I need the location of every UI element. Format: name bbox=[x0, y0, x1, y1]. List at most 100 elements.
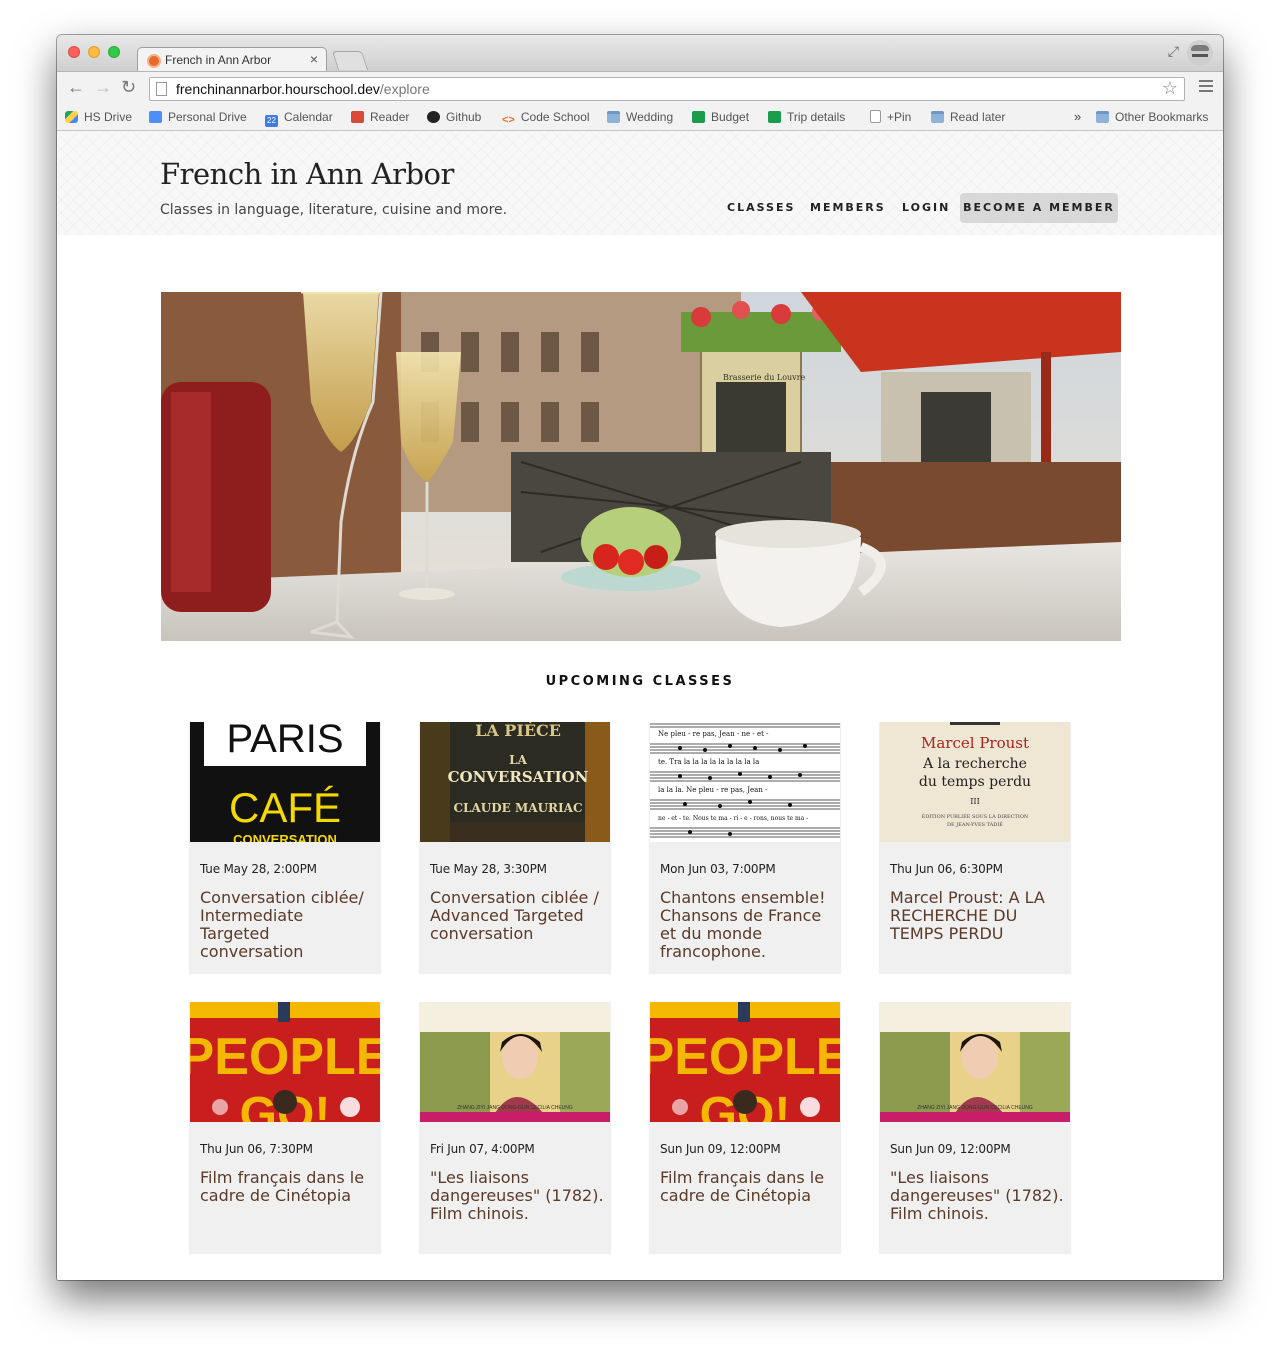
browser-tab-active[interactable]: French in Ann Arbor × bbox=[137, 47, 327, 73]
class-title-link[interactable]: Marcel Proust: A LA RECHERCHE DU TEMPS P… bbox=[890, 889, 1066, 943]
bookmark-star-icon[interactable]: ☆ bbox=[1162, 78, 1178, 99]
bookmark-calendar[interactable]: 22 Calendar bbox=[265, 110, 333, 127]
folder-icon bbox=[1096, 111, 1109, 123]
url-path: /explore bbox=[379, 81, 430, 97]
bookmark-label: +Pin bbox=[887, 110, 912, 124]
book-conversation-image: LA PIÈCE LA CONVERSATION CLAUDE MAURIAC bbox=[420, 722, 610, 842]
class-thumbnail-poster[interactable]: PEOPLE GO! bbox=[190, 1002, 380, 1122]
window-minimize-button[interactable] bbox=[88, 46, 100, 58]
hero-cafe-scene: Brasserie du Louvre bbox=[161, 292, 1121, 641]
bookmark-other-bookmarks[interactable]: Other Bookmarks bbox=[1096, 110, 1208, 124]
class-thumbnail-film[interactable]: ZHANG ZIYI JANG DONG-GUN CECILIA CHEUNG bbox=[420, 1002, 610, 1122]
class-card[interactable]: ZHANG ZIYI JANG DONG-GUN CECILIA CHEUNG … bbox=[419, 1002, 611, 1253]
bookmarks-overflow-chevron-icon[interactable]: » bbox=[1074, 109, 1081, 124]
class-card[interactable]: PEOPLE GO! Sun Jun 09, 12:00PM Film fran… bbox=[649, 1002, 841, 1253]
class-thumbnail-paris-cafe[interactable]: PARIS CAFÉ CONVERSATION bbox=[190, 722, 380, 842]
site-tagline: Classes in language, literature, cuisine… bbox=[160, 202, 508, 218]
film-still-image: ZHANG ZIYI JANG DONG-GUN CECILIA CHEUNG bbox=[420, 1002, 610, 1122]
bookmark-read-later[interactable]: Read later bbox=[931, 110, 1005, 124]
bookmark-code-school[interactable]: <> Code School bbox=[502, 110, 590, 126]
bookmark-trip-details[interactable]: Trip details bbox=[768, 110, 845, 124]
hero-image: Brasserie du Louvre bbox=[161, 292, 1121, 641]
class-title-link[interactable]: Film français dans le cadre de Cinétopia bbox=[200, 1169, 376, 1205]
reload-icon[interactable]: ↻ bbox=[121, 77, 136, 98]
bookmark-label: Trip details bbox=[787, 110, 846, 124]
page-viewport: French in Ann Arbor Classes in language,… bbox=[57, 131, 1223, 1280]
drive-icon bbox=[65, 111, 78, 123]
fullscreen-icon[interactable]: ⤢ bbox=[1168, 43, 1179, 60]
bookmark-label: Personal Drive bbox=[168, 110, 247, 124]
browser-menu-icon[interactable] bbox=[1199, 80, 1213, 95]
page-icon bbox=[870, 110, 881, 123]
book-la-text: LA bbox=[509, 753, 527, 767]
bookmark-reader[interactable]: Reader bbox=[351, 110, 409, 124]
film-credits-text: ZHANG ZIYI JANG DONG-GUN CECILIA CHEUNG bbox=[457, 1105, 573, 1111]
nav-label: BECOME A MEMBER bbox=[963, 201, 1115, 214]
new-tab-button[interactable] bbox=[331, 51, 369, 70]
class-card[interactable]: PARIS CAFÉ CONVERSATION Tue May 28, 2:00… bbox=[189, 722, 381, 973]
class-title-link[interactable]: Chantons ensemble! Chansons de France et… bbox=[660, 889, 836, 961]
bookmark-wedding[interactable]: Wedding bbox=[607, 110, 673, 124]
class-date: Tue May 28, 2:00PM bbox=[200, 862, 317, 876]
class-card[interactable]: PEOPLE GO! Thu Jun 06, 7:30PM Film franç… bbox=[189, 1002, 381, 1253]
upcoming-classes-heading: UPCOMING CLASSES bbox=[545, 674, 735, 689]
url-text[interactable]: frenchinannarbor.hourschool.dev/explore bbox=[176, 81, 430, 97]
class-thumbnail-sheet-music[interactable]: Ne pleu - re pas, Jean - ne - et - te. T… bbox=[650, 722, 840, 842]
bookmark-label: Calendar bbox=[284, 110, 333, 124]
class-date: Thu Jun 06, 6:30PM bbox=[890, 862, 1003, 876]
incognito-icon bbox=[1187, 40, 1213, 66]
proust-title-line-2: du temps perdu bbox=[919, 774, 1031, 790]
become-member-button[interactable]: BECOME A MEMBER bbox=[960, 193, 1118, 223]
poster-word-text: PEOPLE bbox=[190, 1028, 380, 1086]
class-thumbnail-book[interactable]: LA PIÈCE LA CONVERSATION CLAUDE MAURIAC bbox=[420, 722, 610, 842]
window-close-button[interactable] bbox=[68, 46, 80, 58]
window-zoom-button[interactable] bbox=[108, 46, 120, 58]
class-card[interactable]: LA PIÈCE LA CONVERSATION CLAUDE MAURIAC … bbox=[419, 722, 611, 973]
class-card[interactable]: Ne pleu - re pas, Jean - ne - et - te. T… bbox=[649, 722, 841, 973]
class-title-link[interactable]: Film français dans le cadre de Cinétopia bbox=[660, 1169, 836, 1205]
class-date: Thu Jun 06, 7:30PM bbox=[200, 1142, 313, 1156]
url-host: frenchinannarbor.hourschool.dev bbox=[176, 81, 380, 97]
proust-title-line-1: A la recherche bbox=[922, 756, 1027, 772]
bookmark-budget[interactable]: Budget bbox=[692, 110, 749, 124]
poster-word-text: PEOPLE bbox=[650, 1028, 840, 1086]
bookmark-label: HS Drive bbox=[84, 110, 133, 124]
bookmark-github[interactable]: Github bbox=[427, 110, 481, 124]
proust-author-text: Marcel Proust bbox=[921, 734, 1029, 752]
paris-cafe-image: PARIS CAFÉ CONVERSATION bbox=[190, 722, 380, 842]
proust-small-line-1: ÉDITION PUBLIÉE SOUS LA DIRECTION bbox=[922, 812, 1029, 820]
nav-classes-link[interactable]: CLASSES bbox=[727, 193, 795, 223]
tab-close-icon[interactable]: × bbox=[310, 51, 318, 67]
lyrics-line-3: la la la. Ne pleu - re pas, Jean - bbox=[658, 786, 768, 794]
bookmark-personal-drive[interactable]: Personal Drive bbox=[149, 110, 247, 124]
class-thumbnail-film[interactable]: ZHANG ZIYI JANG DONG-GUN CECILIA CHEUNG bbox=[880, 1002, 1070, 1122]
proust-small-line-2: DE JEAN-YVES TADIÉ bbox=[947, 820, 1003, 828]
book-conversation-text: CONVERSATION bbox=[448, 768, 589, 786]
class-title-link[interactable]: Conversation ciblée/ Intermediate Target… bbox=[200, 889, 376, 961]
bookmark-label: Read later bbox=[950, 110, 1006, 124]
people-poster-image: PEOPLE GO! bbox=[650, 1002, 840, 1122]
nav-login-link[interactable]: LOGIN bbox=[902, 193, 950, 223]
spreadsheet-icon bbox=[768, 111, 781, 123]
spreadsheet-icon bbox=[692, 111, 705, 123]
forward-arrow-icon[interactable]: → bbox=[94, 77, 112, 98]
back-arrow-icon[interactable]: ← bbox=[67, 77, 85, 98]
nav-members-link[interactable]: MEMBERS bbox=[810, 193, 886, 223]
address-bar[interactable]: frenchinannarbor.hourschool.dev/explore … bbox=[149, 77, 1185, 101]
class-card[interactable]: Marcel Proust A la recherche du temps pe… bbox=[879, 722, 1071, 973]
class-title-link[interactable]: "Les liaisons dangereuses" (1782). Film … bbox=[430, 1169, 606, 1223]
class-thumbnail-poster[interactable]: PEOPLE GO! bbox=[650, 1002, 840, 1122]
class-date: Fri Jun 07, 4:00PM bbox=[430, 1142, 535, 1156]
bookmark-hs-drive[interactable]: HS Drive bbox=[65, 110, 132, 124]
paris-text: PARIS bbox=[226, 722, 343, 761]
class-thumbnail-proust[interactable]: Marcel Proust A la recherche du temps pe… bbox=[880, 722, 1070, 842]
class-card[interactable]: ZHANG ZIYI JANG DONG-GUN CECILIA CHEUNG … bbox=[879, 1002, 1071, 1253]
class-date: Sun Jun 09, 12:00PM bbox=[890, 1142, 1011, 1156]
bookmark-pin[interactable]: +Pin bbox=[870, 110, 911, 124]
site-header: French in Ann Arbor Classes in language,… bbox=[57, 131, 1223, 235]
hero-sign-text: Brasserie du Louvre bbox=[723, 373, 806, 382]
class-title-link[interactable]: Conversation ciblée / Advanced Targeted … bbox=[430, 889, 606, 943]
class-title-link[interactable]: "Les liaisons dangereuses" (1782). Film … bbox=[890, 1169, 1066, 1223]
reader-icon bbox=[351, 111, 364, 123]
site-title[interactable]: French in Ann Arbor bbox=[160, 157, 454, 191]
